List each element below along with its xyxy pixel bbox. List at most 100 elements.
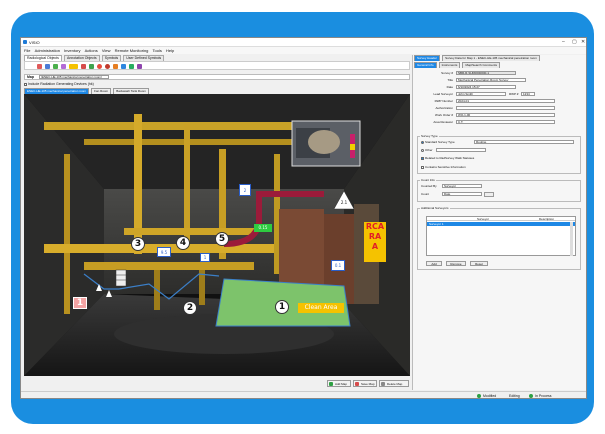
delete-map-button[interactable]: Delete Map	[379, 380, 409, 387]
x-icon[interactable]	[105, 64, 110, 69]
marker-3[interactable]: 3	[131, 237, 145, 251]
area-reviewer-field[interactable]: C.T.	[456, 120, 555, 124]
survey-point-icon[interactable]	[37, 64, 42, 69]
authorization-field[interactable]	[456, 106, 555, 110]
add-icon	[329, 382, 333, 386]
air-sample-icon[interactable]	[61, 64, 66, 69]
radiation-icon[interactable]	[113, 64, 118, 69]
menu-remote-monitoring[interactable]: Remote Monitoring	[115, 48, 149, 53]
counted-by-label: Counted By	[421, 184, 437, 188]
tool-icon[interactable]	[121, 64, 126, 69]
map-select[interactable]: (ENEC-HE-105 mechanical penetration room…	[39, 75, 109, 79]
grid-header: Surveyor Description	[427, 217, 575, 221]
ra-text: RA	[368, 232, 382, 241]
triangle-marker-value[interactable]: 2.1	[336, 200, 352, 206]
other-field[interactable]	[436, 148, 486, 152]
tab-map-search-comments[interactable]: Map/Search Comments	[462, 62, 500, 68]
authorization-row: Authorization	[415, 106, 585, 111]
map-bottom-tools: Add Map Save Map Delete Map	[24, 378, 410, 390]
include-devices-row[interactable]: Include Radiation Generating Devices (hk…	[24, 82, 94, 86]
leaf-icon[interactable]	[129, 64, 134, 69]
rwp-rev-field[interactable]: 1234	[521, 92, 535, 96]
standard-survey-option[interactable]: Standard Survey Type	[421, 140, 455, 144]
title-row: Title Mechanical Penetration Room Survey	[415, 78, 585, 83]
survey-number-label: Survey #	[441, 71, 453, 75]
count-select[interactable]: Date	[442, 192, 482, 196]
green-dose-tag[interactable]: 0.15	[254, 224, 272, 232]
tab-survey-data[interactable]: Survey Data for Map 1 - ENEC-HE-105 mech…	[442, 55, 540, 61]
work-order-field[interactable]: WO-1-00	[456, 113, 555, 117]
map-canvas[interactable]: 1 2 3 4 5 1 Clean Area RCA RA A 0.15 2.1…	[24, 94, 410, 376]
grid-row-1[interactable]: Surveyor 1	[427, 222, 575, 226]
rca-posting[interactable]: RCA RA A	[364, 222, 386, 262]
menu-administration[interactable]: Administration	[35, 48, 60, 53]
count-browse-button[interactable]	[484, 192, 494, 197]
rwp-select[interactable]: 2024-01	[456, 99, 555, 103]
marker-2[interactable]: 2	[183, 301, 197, 315]
dose-box-4[interactable]: 1	[200, 253, 210, 262]
menu-tools[interactable]: Tools	[153, 48, 162, 53]
hot-spot-icon[interactable]	[81, 64, 86, 69]
sensitive-checkbox[interactable]	[421, 165, 424, 169]
minimize-button[interactable]: –	[562, 39, 565, 45]
add-map-button[interactable]: Add Map	[327, 380, 351, 387]
standard-radio[interactable]	[421, 140, 424, 144]
status-bar: Modified Editing In Process	[21, 391, 586, 398]
reset-surveyor-button[interactable]: Reset	[470, 261, 488, 266]
tab-instruments[interactable]: Instruments	[438, 62, 461, 68]
rwp-rev-label: RWP #	[509, 92, 519, 96]
area-icon[interactable]	[45, 64, 50, 69]
close-button[interactable]: ✕	[581, 39, 585, 45]
other-radio[interactable]	[421, 148, 424, 152]
title-label: Title	[447, 78, 453, 82]
marker-4[interactable]: 4	[176, 236, 190, 250]
work-order-label: Work Order #	[435, 113, 453, 117]
related-checkbox[interactable]	[421, 156, 424, 160]
tab-survey-header[interactable]: Survey Header	[414, 55, 441, 61]
tab-general-info[interactable]: General Info	[414, 62, 437, 68]
arrow-icon[interactable]	[137, 64, 142, 69]
dose-box-2[interactable]: 9.5	[157, 247, 171, 257]
lead-surveyor-row: Lead Surveyor John Smith RWP # 1234	[415, 92, 585, 97]
rwp-label: RWP Number	[434, 99, 453, 103]
other-label: Other	[425, 148, 433, 152]
date-field[interactable]: 6/10/2024 15:27	[456, 85, 516, 89]
posting-icon[interactable]	[69, 64, 78, 69]
clean-area-label[interactable]: Clean Area	[298, 303, 344, 313]
add-surveyor-button[interactable]: Add	[426, 261, 442, 266]
menu-file[interactable]: File	[24, 48, 30, 53]
menu-help[interactable]: Help	[166, 48, 174, 53]
menu-actions[interactable]: Actions	[85, 48, 98, 53]
survey-type-title: Survey Type	[420, 134, 439, 138]
lead-surveyor-select[interactable]: John Smith	[456, 92, 506, 96]
menu-bar: File Administration Inventory Actions Vi…	[21, 47, 586, 54]
smear-icon[interactable]	[53, 64, 58, 69]
check-icon[interactable]	[89, 64, 94, 69]
other-option[interactable]: Other	[421, 148, 433, 152]
maximize-button[interactable]: ▢	[572, 39, 577, 45]
survey-type-select[interactable]: Routine	[474, 140, 574, 144]
menu-inventory[interactable]: Inventory	[64, 48, 80, 53]
grid-scrollbar[interactable]	[570, 222, 573, 256]
grid-col-surveyor: Surveyor	[477, 217, 490, 221]
area-marker-1[interactable]: 1	[73, 297, 87, 309]
stop-icon[interactable]	[97, 64, 102, 69]
include-devices-checkbox[interactable]	[24, 82, 27, 86]
remove-surveyor-button[interactable]: Remove	[446, 261, 466, 266]
marker-1[interactable]: 1	[275, 300, 289, 314]
surveyors-grid[interactable]: Surveyor Description Surveyor 1	[426, 216, 576, 256]
title-field[interactable]: Mechanical Penetration Room Survey	[456, 78, 526, 82]
marker-5[interactable]: 5	[215, 232, 229, 246]
area-reviewer-label: Area Reviewer	[433, 120, 453, 124]
sensitive-label: Contains Sensitive Information	[425, 165, 466, 169]
related-option[interactable]: Related to RadSurvey Walk Statuses	[421, 156, 474, 160]
survey-panel: Survey Header Survey Data for Map 1 - EN…	[412, 55, 586, 390]
sensitive-option[interactable]: Contains Sensitive Information	[421, 165, 466, 169]
dose-box-3[interactable]: 0.1	[331, 260, 345, 271]
window-title: VISIO	[29, 40, 40, 45]
dose-box-1[interactable]: 2	[239, 184, 251, 196]
counted-by-select[interactable]: Surveyor	[442, 184, 482, 188]
in-process-status-icon	[529, 394, 533, 398]
save-map-button[interactable]: Save Map	[353, 380, 377, 387]
menu-view[interactable]: View	[102, 48, 111, 53]
